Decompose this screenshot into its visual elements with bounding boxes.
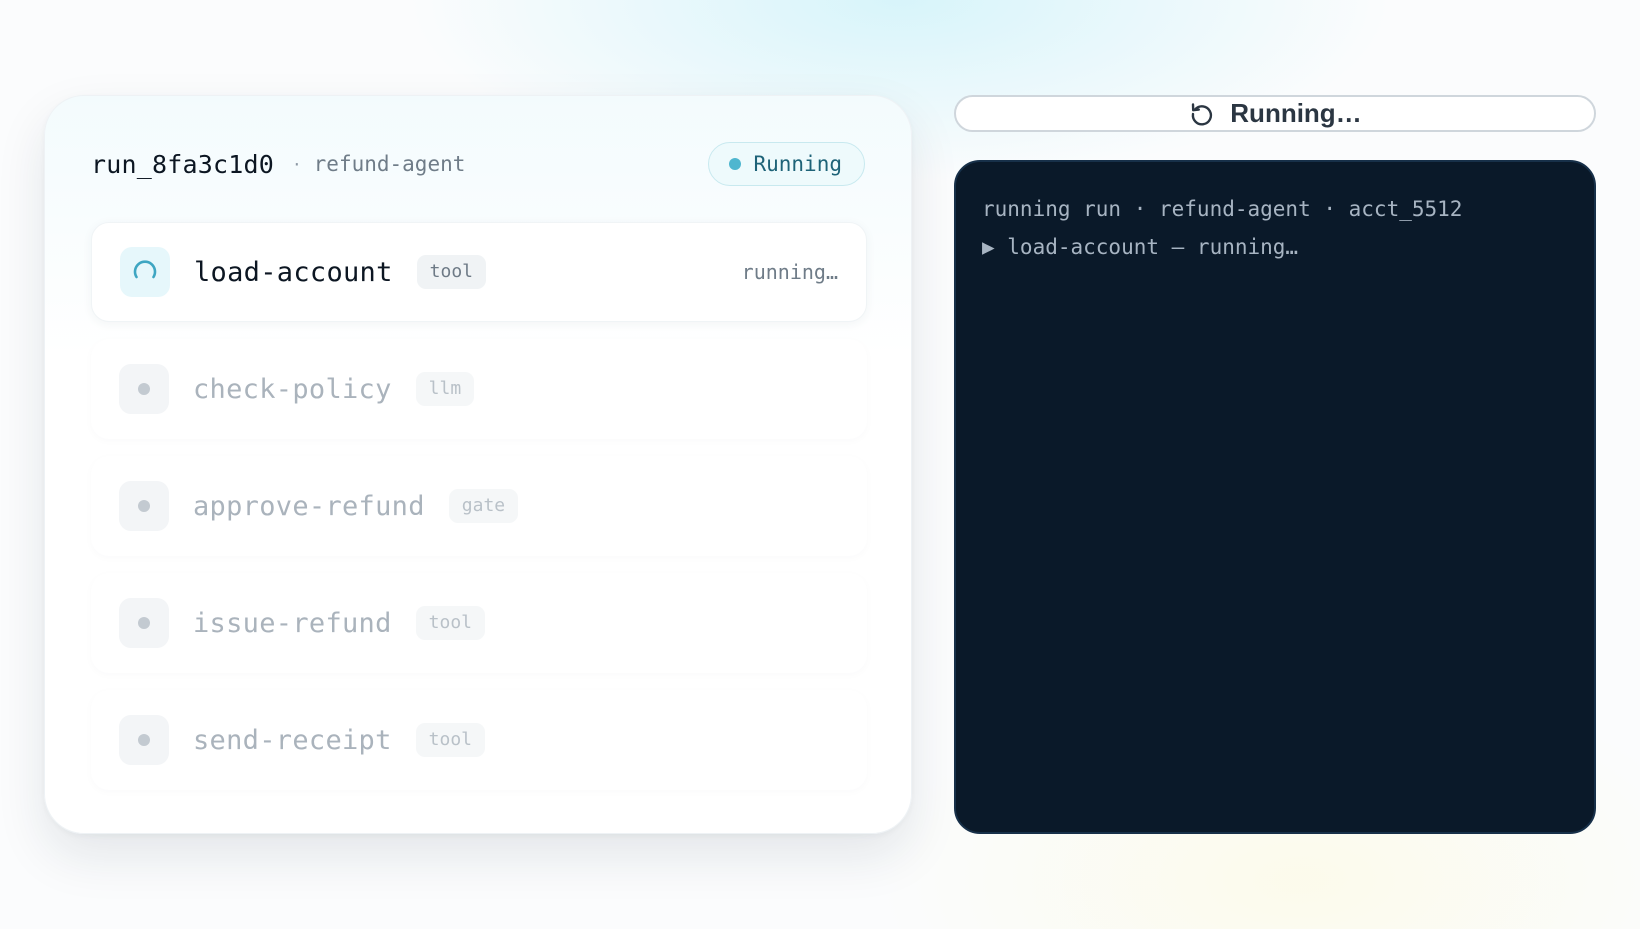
step-type-tag: tool xyxy=(415,606,486,640)
pending-dot-icon xyxy=(138,383,150,395)
run-button[interactable]: Running… xyxy=(954,95,1596,132)
step-type-tag: tool xyxy=(415,723,486,757)
step-icon-box xyxy=(119,598,169,648)
pending-dot-icon xyxy=(138,734,150,746)
step-name: load-account xyxy=(194,256,393,288)
step-load-account[interactable]: load-account tool running… xyxy=(91,222,867,322)
status-badge: Running xyxy=(708,142,865,186)
step-issue-refund[interactable]: issue-refund tool xyxy=(91,573,867,673)
step-name: send-receipt xyxy=(193,724,392,756)
step-name: check-policy xyxy=(193,373,392,405)
step-type-tag: llm xyxy=(415,372,475,406)
step-name: approve-refund xyxy=(193,490,425,522)
pending-dot-icon xyxy=(138,500,150,512)
step-status: running… xyxy=(741,260,838,284)
step-type-tag: tool xyxy=(416,255,487,289)
terminal-line: running run · refund-agent · acct_5512 xyxy=(982,197,1463,221)
step-list: load-account tool running… check-policy … xyxy=(91,222,867,807)
header-separator: · xyxy=(292,154,302,174)
run-button-label: Running… xyxy=(1230,98,1362,128)
status-badge-label: Running xyxy=(753,152,842,176)
run-id: run_8fa3c1d0 xyxy=(91,149,275,179)
step-icon-box xyxy=(119,364,169,414)
run-header: run_8fa3c1d0 · refund-agent Running xyxy=(91,140,865,188)
spinner-icon xyxy=(133,260,157,279)
pending-dot-icon xyxy=(138,617,150,629)
step-type-tag: gate xyxy=(448,489,519,523)
refresh-icon xyxy=(1188,100,1216,128)
step-icon-box xyxy=(119,715,169,765)
status-dot-icon xyxy=(729,158,742,170)
step-approve-refund[interactable]: approve-refund gate xyxy=(91,456,867,556)
terminal-output: running run · refund-agent · acct_5512 ▶… xyxy=(954,160,1596,834)
agent-name: refund-agent xyxy=(313,152,466,176)
step-icon-box xyxy=(119,481,169,531)
step-send-receipt[interactable]: send-receipt tool xyxy=(91,690,867,790)
terminal-line: ▶ load-account — running… xyxy=(982,235,1299,259)
step-icon-box xyxy=(120,247,170,297)
step-check-policy[interactable]: check-policy llm xyxy=(91,339,867,439)
step-name: issue-refund xyxy=(193,607,392,639)
run-panel: run_8fa3c1d0 · refund-agent Running load… xyxy=(44,95,912,834)
